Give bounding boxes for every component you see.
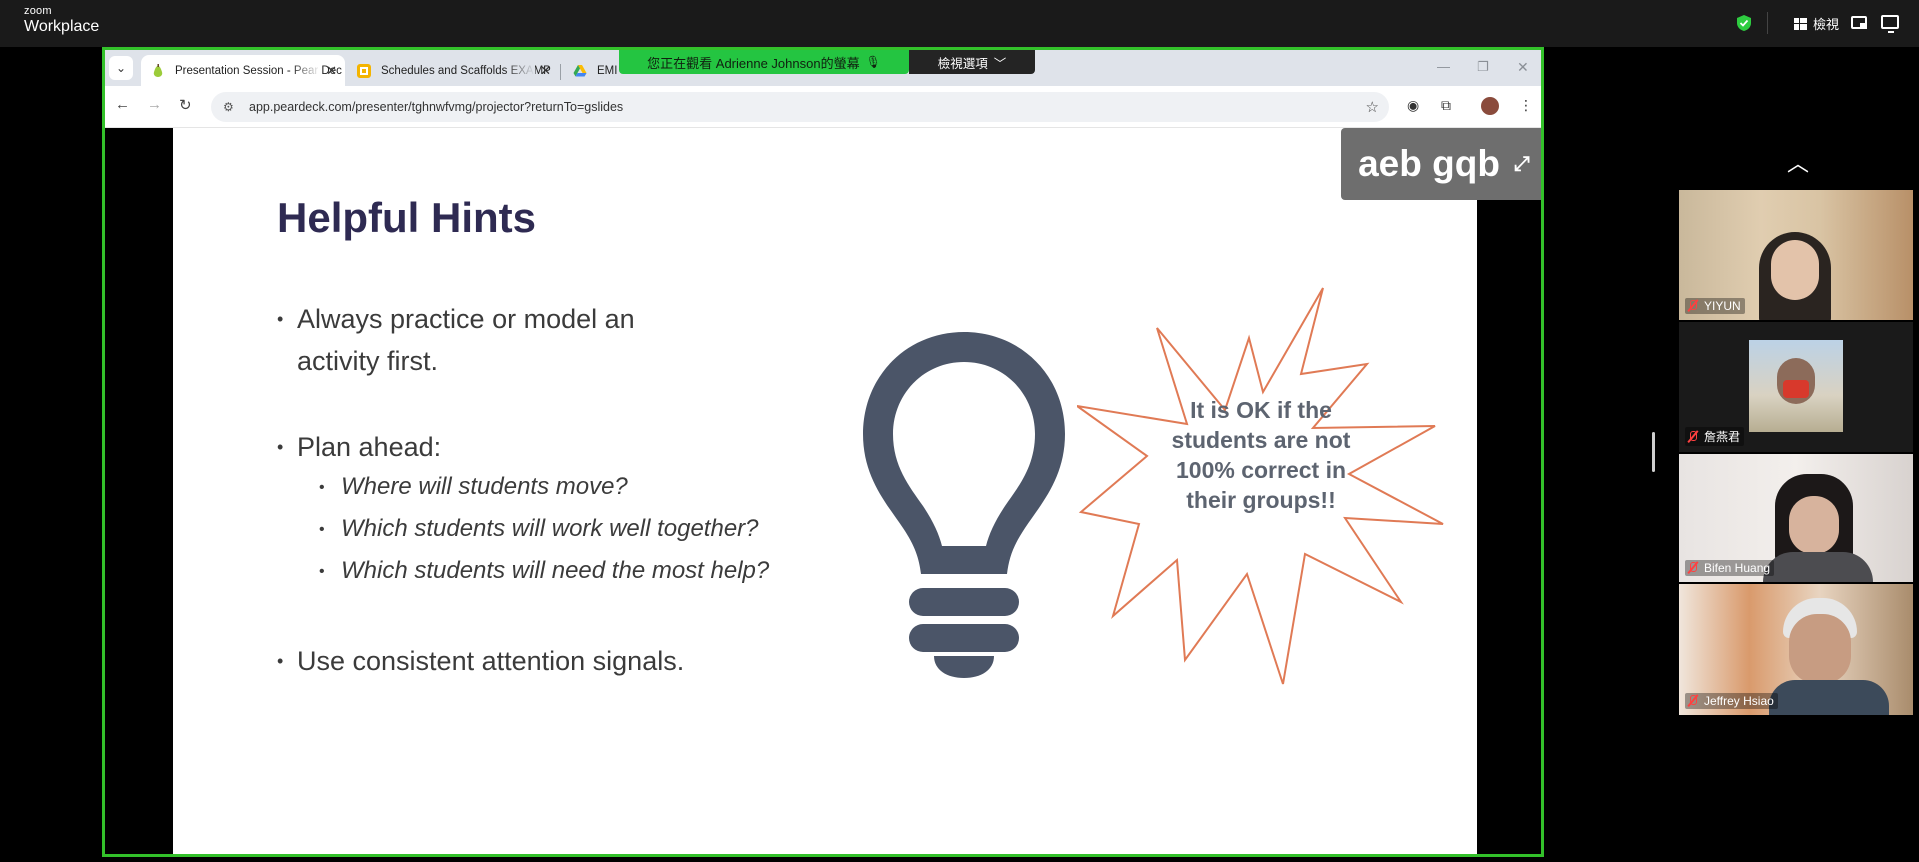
mic-muted-icon [1687, 430, 1699, 444]
profile-avatar[interactable] [1481, 97, 1499, 115]
panel-scrollbar[interactable] [1652, 432, 1655, 472]
back-icon[interactable]: ← [115, 96, 130, 113]
browser-toolbar: ← → ↻ ⚙ app.peardeck.com/presenter/tghnw… [105, 86, 1541, 128]
participant-name-tag: Bifen Huang [1685, 560, 1775, 576]
join-code-text: aeb gqb [1358, 143, 1500, 184]
participant-name-tag: Jeffrey Hsiao [1685, 693, 1778, 709]
join-code-box[interactable]: aeb gqb ⤢ [1341, 128, 1541, 200]
view-button[interactable]: 檢視 [1794, 14, 1839, 33]
participant-name: Bifen Huang [1704, 561, 1771, 575]
browser-tab[interactable]: Schedules and Scaffolds EXAMP ✕ [347, 55, 559, 86]
sub-bullet-text: Which students will need the most help? [341, 557, 770, 584]
view-options-button[interactable]: 檢視選項 ﹀ [909, 50, 1035, 74]
logo-line1: zoom [24, 5, 52, 17]
mic-muted-icon [1687, 694, 1699, 708]
participant-name-tag: YIYUN [1685, 298, 1745, 314]
sub-bullet-item: • Which students will work well together? [319, 515, 759, 542]
restore-icon[interactable]: ❐ [1477, 59, 1489, 75]
sharing-banner: 您正在觀看 Adrienne Johnson的螢幕 🎙 [619, 50, 909, 74]
pear-deck-icon [153, 63, 163, 77]
shield-check-icon[interactable] [1736, 14, 1752, 32]
participant-name: Jeffrey Hsiao [1704, 694, 1774, 708]
view-label: 檢視 [1813, 17, 1840, 32]
view-options-label: 檢視選項 [937, 56, 988, 71]
sub-bullet-text: Where will students move? [341, 473, 628, 500]
grid-view-icon [1794, 17, 1807, 30]
lightbulb-icon [863, 332, 1065, 678]
participant-name: 詹燕君 [1704, 430, 1741, 444]
shared-screen: ⌄ Presentation Session - Pear Dec ✕ Sche… [102, 47, 1544, 857]
bullet-item: • Plan ahead: [277, 432, 442, 462]
logo-line2: Workplace [24, 18, 100, 35]
site-settings-icon[interactable]: ⚙ [223, 100, 237, 114]
participant-video[interactable]: Bifen Huang [1679, 454, 1913, 582]
chevron-up-icon[interactable]: ︿ [1787, 146, 1809, 178]
url-text: app.peardeck.com/presenter/tghnwfvmg/pro… [249, 100, 624, 114]
bullet-item: • Use consistent attention signals. [277, 646, 685, 676]
sub-bullet-item: • Which students will need the most help? [319, 557, 770, 584]
mic-icon: 🎙 [865, 55, 881, 69]
google-slides-icon [357, 63, 371, 78]
tab-search-button[interactable]: ⌄ [109, 56, 133, 80]
participant-video[interactable]: YIYUN [1679, 190, 1913, 320]
participant-name: YIYUN [1704, 299, 1741, 313]
sharing-banner-text: 您正在觀看 Adrienne Johnson的螢幕 [647, 55, 860, 71]
bullet-text: Always practice or model an [297, 304, 635, 334]
more-menu-icon[interactable]: ⋮ [1519, 97, 1533, 114]
address-bar[interactable]: ⚙ app.peardeck.com/presenter/tghnwfvmg/p… [211, 92, 1389, 122]
bullet-text: Use consistent attention signals. [297, 646, 685, 676]
puzzle-icon[interactable]: ⧉ [1441, 97, 1451, 114]
sub-bullet-item: • Where will students move? [319, 473, 628, 500]
slide: Helpful Hints • Always practice or model … [173, 128, 1477, 854]
google-drive-icon [573, 64, 587, 76]
chevron-down-icon: ﹀ [993, 56, 1007, 71]
topbar-divider [1767, 12, 1768, 34]
presentation-area: Helpful Hints • Always practice or model … [105, 128, 1541, 854]
participant-name-tag: 詹燕君 [1685, 427, 1745, 446]
extension-icon[interactable]: ◉ [1407, 97, 1419, 114]
close-window-icon[interactable]: ✕ [1517, 59, 1529, 76]
bullet-text: activity first. [297, 346, 439, 376]
participant-video[interactable]: 詹燕君 [1679, 322, 1913, 452]
expand-icon[interactable]: ⤢ [1514, 153, 1530, 176]
browser-tab[interactable]: EMI [563, 55, 623, 86]
zoom-logo: zoom Workplace [24, 6, 99, 35]
reload-icon[interactable]: ↻ [179, 96, 192, 114]
participant-video[interactable]: Jeffrey Hsiao [1679, 584, 1913, 715]
bookmark-star-icon[interactable]: ☆ [1366, 98, 1379, 116]
browser-tab-active[interactable]: Presentation Session - Pear Dec ✕ [141, 55, 345, 86]
bullet-text: Plan ahead: [297, 432, 442, 462]
bullet-item: • Always practice or model an activity fi… [277, 304, 635, 376]
callout-text: It is OK if the students are not 100% co… [1171, 397, 1351, 513]
mic-muted-icon [1687, 299, 1699, 313]
mic-muted-icon [1687, 561, 1699, 575]
forward-icon[interactable]: → [147, 96, 162, 113]
minimize-icon[interactable]: — [1437, 59, 1450, 74]
screen-icon[interactable] [1881, 15, 1899, 33]
tab-title: EMI [597, 64, 618, 77]
close-icon[interactable]: ✕ [540, 63, 551, 79]
slide-title: Helpful Hints [277, 194, 536, 241]
close-icon[interactable]: ✕ [326, 63, 337, 79]
picture-in-picture-icon[interactable] [1851, 16, 1867, 29]
sub-bullet-text: Which students will work well together? [341, 515, 759, 542]
chevron-down-icon: ⌄ [115, 61, 127, 75]
zoom-topbar: zoom Workplace 檢視 [0, 0, 1919, 47]
